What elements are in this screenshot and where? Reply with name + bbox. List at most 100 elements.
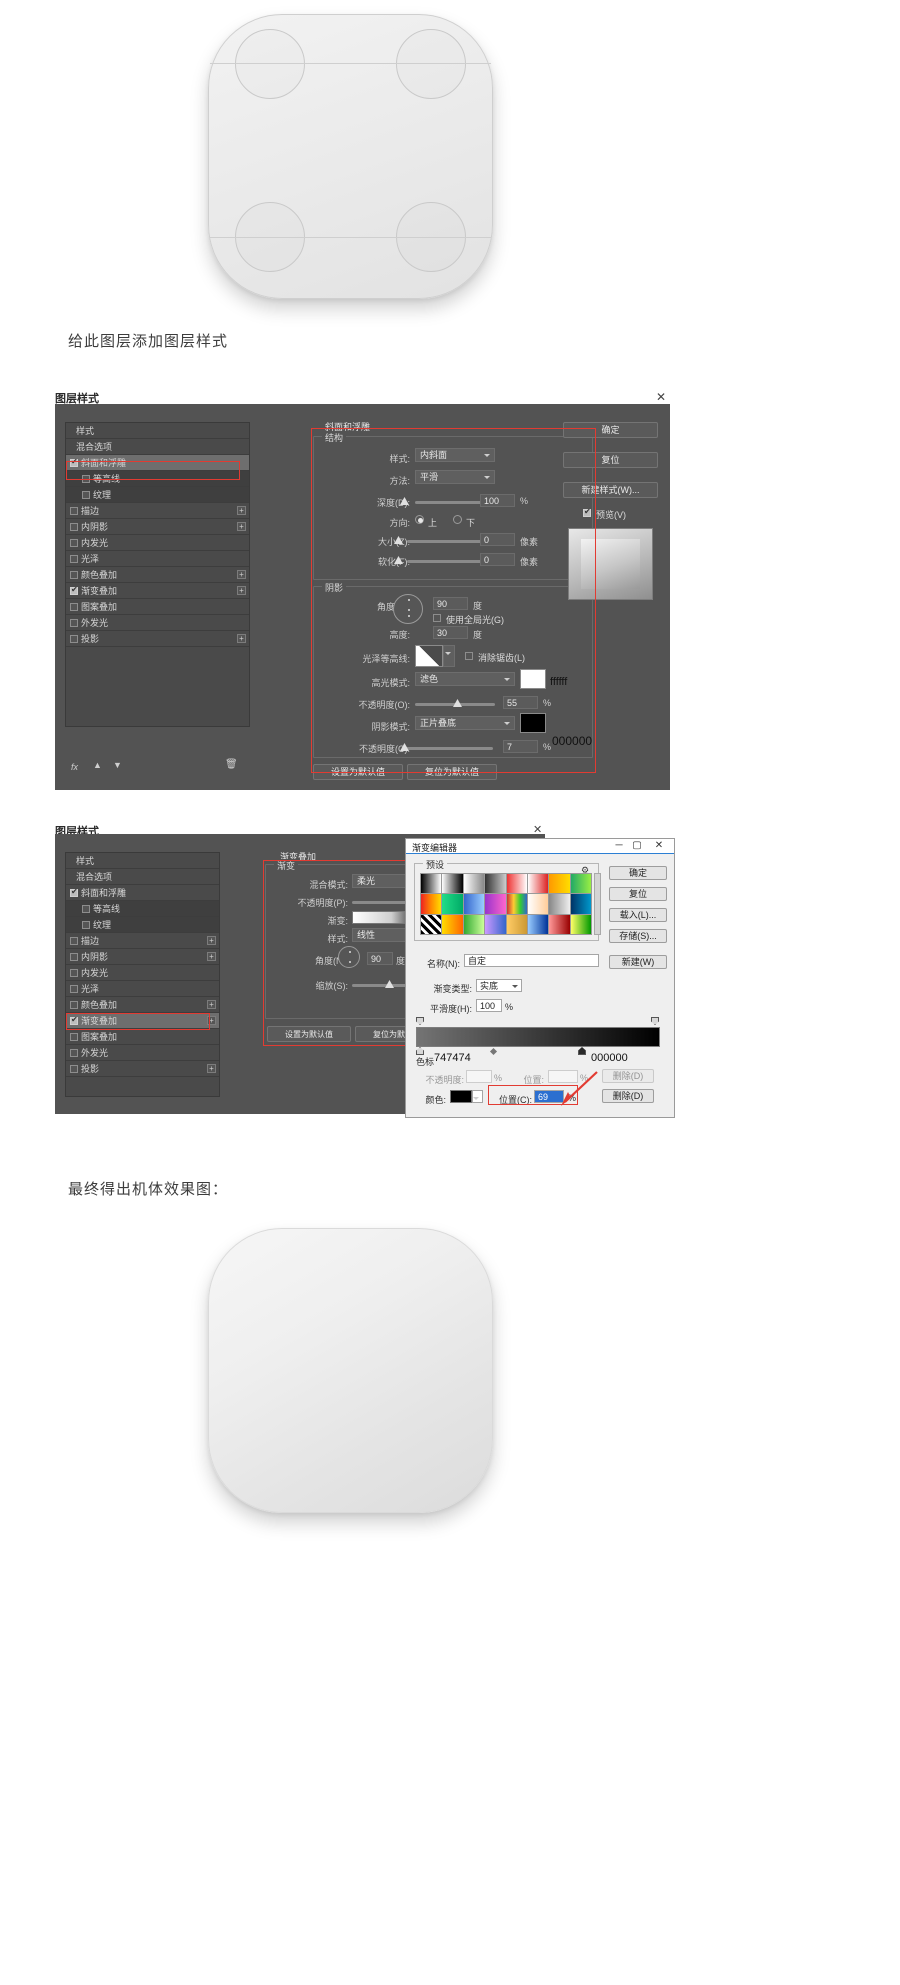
effect-checkbox[interactable] bbox=[70, 1015, 78, 1025]
gradient-preset-swatch[interactable] bbox=[506, 914, 527, 934]
gradient-preset-swatch[interactable] bbox=[506, 894, 527, 914]
maximize-icon[interactable]: ▢ bbox=[630, 840, 644, 851]
gradient-preset-swatch[interactable] bbox=[485, 914, 506, 934]
shadow-opacity-track[interactable] bbox=[403, 747, 493, 750]
gradient-preset-swatch[interactable] bbox=[463, 874, 485, 894]
gradient-presets-grid[interactable] bbox=[420, 873, 592, 935]
altitude-value-field[interactable]: 30 bbox=[433, 626, 468, 639]
ge-new-button[interactable]: 新建(W) bbox=[609, 955, 667, 969]
gradient-preset-swatch[interactable] bbox=[570, 914, 591, 934]
reset-default-button[interactable]: 复位为默认值 bbox=[407, 764, 497, 780]
effect-item[interactable]: 图案叠加 bbox=[66, 599, 249, 615]
effect-item[interactable]: 斜面和浮雕 bbox=[66, 885, 219, 901]
add-effect-icon[interactable]: + bbox=[207, 952, 216, 961]
size-value-field[interactable]: 0 bbox=[480, 533, 515, 546]
effect-checkbox[interactable] bbox=[82, 490, 90, 499]
gradient-preset-swatch[interactable] bbox=[527, 894, 549, 914]
highlight-opacity-field[interactable]: 55 bbox=[503, 696, 538, 709]
ge-type-select[interactable]: 实底 bbox=[476, 979, 522, 992]
effect-item[interactable]: 混合选项 bbox=[66, 869, 219, 885]
effect-item[interactable]: 颜色叠加 + bbox=[66, 567, 249, 583]
effect-checkbox[interactable] bbox=[70, 554, 78, 563]
gloss-contour-swatch[interactable] bbox=[415, 645, 443, 667]
effect-checkbox[interactable] bbox=[70, 522, 78, 531]
shadow-mode-select[interactable]: 正片叠底 bbox=[415, 716, 515, 730]
angle-value-field[interactable]: 90 bbox=[433, 597, 468, 610]
dialog1-close-icon[interactable]: ✕ bbox=[656, 390, 666, 404]
gradient-preset-swatch[interactable] bbox=[421, 914, 442, 934]
shadow-color-swatch[interactable] bbox=[520, 713, 546, 733]
gradient-preset-swatch[interactable] bbox=[527, 874, 549, 894]
gradient-preset-swatch[interactable] bbox=[442, 874, 463, 894]
g-angle-field[interactable]: 90 bbox=[367, 952, 393, 965]
effect-item[interactable]: 投影 + bbox=[66, 631, 249, 647]
effect-checkbox[interactable] bbox=[70, 1000, 78, 1009]
antialias-checkbox[interactable] bbox=[465, 652, 473, 660]
minimize-icon[interactable]: ─ bbox=[612, 840, 626, 851]
gloss-contour-dropdown[interactable] bbox=[443, 645, 455, 667]
effect-item[interactable]: 光泽 bbox=[66, 981, 219, 997]
effect-item[interactable]: 渐变叠加 + bbox=[66, 583, 249, 599]
gradient-midpoint-diamond[interactable] bbox=[489, 1047, 498, 1056]
gradient-color-stop-right[interactable] bbox=[578, 1047, 586, 1055]
effect-item[interactable]: 纹理 bbox=[66, 917, 219, 933]
add-effect-icon[interactable]: + bbox=[207, 936, 216, 945]
ge-ok-button[interactable]: 确定 bbox=[609, 866, 667, 880]
effect-item[interactable]: 样式 bbox=[66, 423, 249, 439]
add-effect-icon[interactable]: + bbox=[237, 586, 246, 595]
add-effect-icon[interactable]: + bbox=[207, 1064, 216, 1073]
effect-item[interactable]: 投影 + bbox=[66, 1061, 219, 1077]
dialog1-move-down-icon[interactable]: ▼ bbox=[113, 760, 122, 770]
dialog1-trash-icon[interactable]: 🗑 bbox=[225, 759, 238, 770]
effect-checkbox[interactable] bbox=[70, 936, 78, 945]
gradient-preset-swatch[interactable] bbox=[421, 874, 442, 894]
gradient-preset-swatch[interactable] bbox=[570, 894, 591, 914]
gradient-opacity-stop-right[interactable] bbox=[651, 1017, 659, 1025]
dialog1-fx-icon[interactable]: fx bbox=[71, 762, 78, 772]
gradient-color-stop-left[interactable] bbox=[416, 1047, 424, 1055]
effect-checkbox[interactable] bbox=[70, 984, 78, 993]
direction-down-radio[interactable] bbox=[453, 515, 462, 524]
ge-color-dropdown[interactable] bbox=[472, 1090, 483, 1103]
gradient-preset-swatch[interactable] bbox=[506, 874, 527, 894]
effect-checkbox[interactable] bbox=[70, 634, 78, 643]
effect-checkbox[interactable] bbox=[70, 968, 78, 977]
dialog1-move-up-icon[interactable]: ▲ bbox=[93, 760, 102, 770]
add-effect-icon[interactable]: + bbox=[237, 634, 246, 643]
add-effect-icon[interactable]: + bbox=[237, 506, 246, 515]
soften-value-field[interactable]: 0 bbox=[480, 553, 515, 566]
effect-item[interactable]: 颜色叠加 + bbox=[66, 997, 219, 1013]
effect-item[interactable]: 内发光 bbox=[66, 965, 219, 981]
set-default-button[interactable]: 设置为默认值 bbox=[313, 764, 403, 780]
effect-checkbox[interactable] bbox=[70, 506, 78, 515]
effect-item[interactable]: 描边 + bbox=[66, 503, 249, 519]
angle-dial[interactable] bbox=[393, 594, 423, 624]
effect-checkbox[interactable] bbox=[82, 920, 90, 929]
gradient-preset-swatch[interactable] bbox=[527, 914, 549, 934]
effect-checkbox[interactable] bbox=[70, 457, 78, 467]
gradient-ramp[interactable] bbox=[416, 1027, 660, 1047]
gradient-opacity-stop-left[interactable] bbox=[416, 1017, 424, 1025]
ge-reset-button[interactable]: 复位 bbox=[609, 887, 667, 901]
effect-checkbox[interactable] bbox=[70, 1048, 78, 1057]
gradient-preset-swatch[interactable] bbox=[442, 894, 463, 914]
ge-delete-button-1[interactable]: 删除(D) bbox=[602, 1069, 654, 1083]
global-light-checkbox[interactable] bbox=[433, 614, 441, 622]
ge-smoothness-input[interactable]: 100 bbox=[476, 999, 502, 1012]
highlight-color-swatch[interactable] bbox=[520, 669, 546, 689]
effect-checkbox[interactable] bbox=[82, 904, 90, 913]
gradient-preset-swatch[interactable] bbox=[549, 914, 570, 934]
effect-item[interactable]: 外发光 bbox=[66, 1045, 219, 1061]
dialog2-set-default-button[interactable]: 设置为默认值 bbox=[267, 1026, 351, 1042]
effect-item[interactable]: 渐变叠加 + bbox=[66, 1013, 219, 1029]
effect-item[interactable]: 纹理 bbox=[66, 487, 249, 503]
effect-checkbox[interactable] bbox=[70, 570, 78, 579]
preview-checkbox[interactable] bbox=[583, 507, 591, 517]
depth-value-field[interactable]: 100 bbox=[480, 494, 515, 507]
ge-color-swatch[interactable] bbox=[450, 1090, 472, 1103]
effect-item[interactable]: 图案叠加 bbox=[66, 1029, 219, 1045]
effect-checkbox[interactable] bbox=[70, 1064, 78, 1073]
gradient-preset-swatch[interactable] bbox=[463, 894, 485, 914]
effect-item[interactable]: 混合选项 bbox=[66, 439, 249, 455]
add-effect-icon[interactable]: + bbox=[207, 1016, 216, 1025]
